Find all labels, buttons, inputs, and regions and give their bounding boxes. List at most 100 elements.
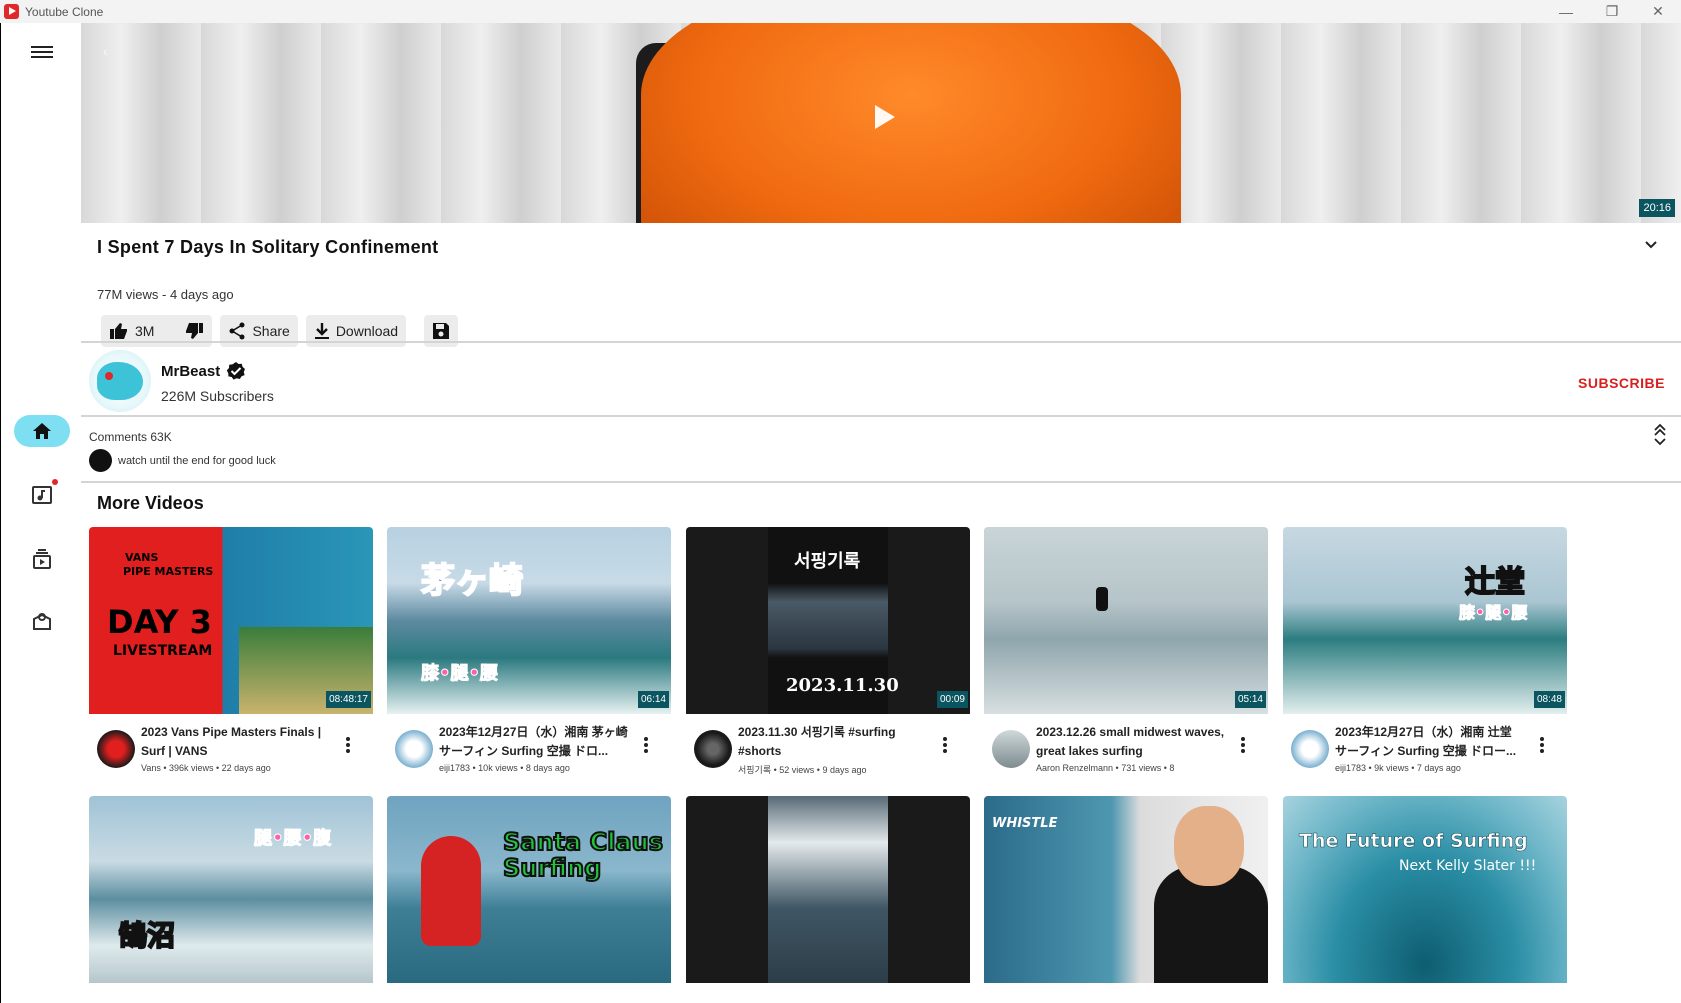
video-card[interactable]: 茅ヶ崎 膝•腿•腰 06:14 2023年12月27日（水）湘南 茅ヶ崎 サーフ… — [387, 527, 671, 794]
video-card[interactable]: Santa Claus Surfing — [387, 796, 671, 983]
thumb-text: 膝•腿•腰 — [420, 663, 499, 685]
thumb-text: 鵠沼 — [118, 918, 176, 953]
video-card[interactable]: 05:14 2023.12.26 small midwest waves, gr… — [984, 527, 1268, 794]
channel-avatar[interactable] — [1291, 730, 1329, 768]
verified-badge-icon — [226, 362, 246, 380]
thumb-text: PIPE MASTERS — [123, 565, 214, 578]
video-thumbnail[interactable]: Santa Claus Surfing — [387, 796, 671, 983]
video-card[interactable] — [686, 796, 970, 983]
nav-rail — [0, 23, 80, 1003]
channel-name[interactable]: MrBeast — [161, 363, 220, 380]
channel-row: MrBeast 226M Subscribers SUBSCRIBE — [81, 346, 1681, 416]
video-player[interactable]: ‹ 20:16 — [81, 23, 1681, 223]
video-card[interactable]: 腿•腰•腹 鵠沼 — [89, 796, 373, 983]
video-duration-badge: 20:16 — [1639, 199, 1675, 217]
thumb-text: Next Kelly Slater !!! — [1399, 858, 1537, 874]
video-subtitle: Aaron Renzelmann • 731 views • 8 — [1036, 763, 1175, 773]
video-info: 2023年12月27日（水）湘南 辻堂 サーフィン Surfing 空撮 ドロー… — [1283, 714, 1567, 794]
video-title[interactable]: 2023年12月27日（水）湘南 茅ヶ崎 サーフィン Surfing 空撮 ドロ… — [439, 723, 629, 761]
video-frame-subject — [641, 23, 1181, 223]
nav-home-button[interactable] — [14, 415, 70, 447]
close-button[interactable]: ✕ — [1635, 0, 1681, 23]
video-card[interactable]: WHISTLE — [984, 796, 1268, 983]
video-thumbnail[interactable]: 서핑기록 2023.11.30 00:09 — [686, 527, 970, 714]
divider — [81, 415, 1681, 417]
video-card[interactable]: The Future of Surfing Next Kelly Slater … — [1283, 796, 1567, 983]
video-title[interactable]: 2023年12月27日（水）湘南 辻堂 サーフィン Surfing 空撮 ドロー… — [1335, 723, 1525, 761]
more-options-icon[interactable] — [345, 736, 351, 754]
thumb-text: 茅ヶ崎 — [420, 560, 524, 602]
thumb-text: Santa Claus — [502, 827, 664, 857]
nav-library-button[interactable] — [14, 605, 70, 637]
share-icon — [229, 322, 245, 340]
music-library-icon — [32, 486, 52, 504]
save-icon — [433, 323, 450, 339]
nav-subscriptions-button[interactable] — [14, 543, 70, 575]
subscribe-button[interactable]: SUBSCRIBE — [1578, 375, 1665, 391]
video-thumbnail[interactable]: 辻堂 膝•腿•腰 08:48 — [1283, 527, 1567, 714]
like-count: 3M — [135, 323, 155, 339]
video-thumbnail[interactable]: The Future of Surfing Next Kelly Slater … — [1283, 796, 1567, 983]
nav-music-button[interactable] — [14, 479, 70, 511]
video-thumbnail[interactable] — [686, 796, 970, 983]
thumb-text: LIVESTREAM — [113, 643, 213, 659]
back-chevron-icon[interactable]: ‹ — [103, 43, 108, 59]
video-info: 2023 Vans Pipe Masters Finals | Surf | V… — [89, 714, 373, 794]
thumb-text: 膝•腿•腰 — [1458, 603, 1528, 623]
video-subtitle: eiji1783 • 9k views • 7 days ago — [1335, 763, 1461, 773]
more-options-icon[interactable] — [1539, 736, 1545, 754]
subscriptions-icon — [33, 549, 51, 569]
video-card[interactable]: VANS PIPE MASTERS DAY 3 LIVESTREAM 08:48… — [89, 527, 373, 794]
thumbs-down-icon — [186, 323, 204, 339]
thumb-text: Surfing — [502, 853, 602, 883]
video-meta: 77M views - 4 days ago — [97, 287, 234, 302]
video-thumbnail[interactable]: 茅ヶ崎 膝•腿•腰 06:14 — [387, 527, 671, 714]
library-icon — [33, 613, 51, 630]
thumbs-up-icon — [110, 323, 127, 339]
thumb-text: The Future of Surfing — [1299, 830, 1528, 853]
video-title[interactable]: 2023.12.26 small midwest waves, great la… — [1036, 723, 1226, 761]
divider — [81, 481, 1681, 483]
channel-avatar[interactable] — [694, 730, 732, 768]
minimize-button[interactable]: — — [1543, 0, 1589, 23]
video-subtitle: eiji1783 • 10k views • 8 days ago — [439, 763, 570, 773]
video-info: 2023.12.26 small midwest waves, great la… — [984, 714, 1268, 794]
video-title[interactable]: 2023 Vans Pipe Masters Finals | Surf | V… — [141, 723, 331, 761]
comments-header[interactable]: Comments 63K — [89, 430, 172, 444]
video-info: 2023.11.30 서핑기록 #surfing #shorts 서핑기록 • … — [686, 714, 970, 794]
expand-comments-icon[interactable] — [1653, 423, 1667, 449]
thumb-text: 2023.11.30 — [786, 675, 899, 696]
channel-avatar[interactable] — [89, 350, 151, 412]
video-thumbnail[interactable]: WHISTLE — [984, 796, 1268, 983]
thumb-text: DAY 3 — [107, 603, 212, 641]
top-comment[interactable]: watch until the end for good luck — [89, 449, 276, 472]
video-thumbnail[interactable]: 05:14 — [984, 527, 1268, 714]
video-subtitle: 서핑기록 • 52 views • 9 days ago — [738, 765, 867, 775]
video-thumbnail[interactable]: VANS PIPE MASTERS DAY 3 LIVESTREAM 08:48… — [89, 527, 373, 714]
chevron-down-icon[interactable] — [1643, 237, 1659, 253]
video-card[interactable]: 서핑기록 2023.11.30 00:09 2023.11.30 서핑기록 #s… — [686, 527, 970, 794]
video-thumbnail[interactable]: 腿•腰•腹 鵠沼 — [89, 796, 373, 983]
restore-button[interactable]: ❐ — [1589, 0, 1635, 23]
mrbeast-logo — [97, 362, 143, 400]
commenter-avatar — [89, 449, 112, 472]
video-subtitle: Vans • 396k views • 22 days ago — [141, 763, 271, 773]
video-title: I Spent 7 Days In Solitary Confinement — [97, 237, 439, 257]
more-options-icon[interactable] — [1240, 736, 1246, 754]
play-icon[interactable] — [875, 105, 895, 129]
channel-avatar[interactable] — [97, 730, 135, 768]
duration-badge: 08:48 — [1533, 691, 1565, 708]
thumb-text: 서핑기록 — [794, 551, 861, 572]
download-icon — [314, 323, 329, 339]
channel-name-row: MrBeast — [161, 361, 246, 381]
channel-avatar[interactable] — [992, 730, 1030, 768]
notification-dot — [52, 479, 58, 485]
video-card[interactable]: 辻堂 膝•腿•腰 08:48 2023年12月27日（水）湘南 辻堂 サーフィン… — [1283, 527, 1567, 794]
more-options-icon[interactable] — [643, 736, 649, 754]
thumb-text: VANS — [125, 551, 159, 564]
video-title[interactable]: 2023.11.30 서핑기록 #surfing #shorts — [738, 723, 928, 761]
channel-avatar[interactable] — [395, 730, 433, 768]
duration-badge: 00:09 — [936, 691, 968, 708]
hamburger-menu-button[interactable] — [31, 43, 53, 61]
more-options-icon[interactable] — [942, 736, 948, 754]
